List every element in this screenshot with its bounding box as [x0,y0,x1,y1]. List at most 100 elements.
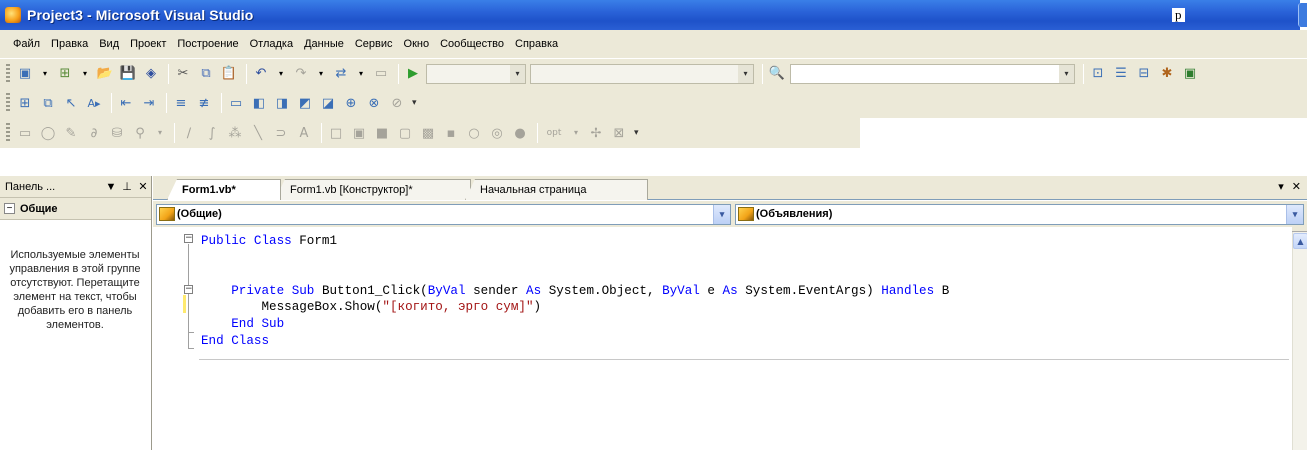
collapse-icon[interactable]: − [4,203,15,214]
tab-start-page[interactable]: Начальная страница [465,179,648,200]
pointer-icon[interactable]: ✢ [586,123,606,143]
chevron-down-icon[interactable]: ▾ [713,204,730,224]
diagonal-line-icon[interactable]: ╲ [248,123,268,143]
complete-word-icon[interactable]: A▸ [84,93,104,113]
uncomment-icon[interactable]: ≢ [194,93,214,113]
dropdown-arrow-icon[interactable]: ▾ [78,64,92,84]
solid-rounded-rect-icon[interactable]: ▪ [441,123,461,143]
pencil-icon[interactable]: ✎ [61,123,81,143]
prev-bookmark-folder-icon[interactable]: ◩ [295,93,315,113]
filled-rect-icon[interactable]: ▣ [349,123,369,143]
undo-icon[interactable]: ↶ [251,64,271,84]
navigate-icon[interactable]: ⇄ [331,64,351,84]
toolbar-grip[interactable] [6,93,10,113]
toggle-bookmark-icon[interactable]: ▭ [226,93,246,113]
freehand-icon[interactable]: ∫ [202,123,222,143]
close-icon[interactable]: ✕ [135,180,151,193]
chevron-down-icon[interactable]: ▾ [1286,204,1303,224]
ellipse-icon[interactable]: ◯ [38,123,58,143]
image-icon[interactable]: ⊠ [609,123,629,143]
pin-icon[interactable]: ⊥ [119,180,135,193]
dropdown-arrow-icon[interactable]: ▾ [153,123,167,143]
filled-ellipse-icon[interactable]: ◎ [487,123,507,143]
solid-ellipse-icon[interactable]: ● [510,123,530,143]
increase-indent-icon[interactable]: ⇥ [139,93,159,113]
close-document-icon[interactable]: ✕ [1292,180,1301,193]
clear-bookmarks-icon[interactable]: ⊗ [364,93,384,113]
next-bookmark-icon[interactable]: ◨ [272,93,292,113]
open-folder-icon[interactable]: 📂 [95,64,115,84]
dropdown-arrow-icon[interactable]: ▾ [569,123,583,143]
properties-icon[interactable]: ☰ [1111,64,1131,84]
menu-item[interactable]: Проект [125,38,172,50]
new-project-icon[interactable]: ▣ [15,64,35,84]
splitter-handle[interactable] [1292,227,1307,232]
vertical-scrollbar[interactable]: ▲ [1292,227,1307,450]
class-name-combo[interactable]: (Общие) ▾ [156,203,731,225]
airbrush-icon[interactable]: ⁂ [225,123,245,143]
bookmark-doc-icon[interactable]: ⊕ [341,93,361,113]
arc-icon[interactable]: ⊃ [271,123,291,143]
toolbar-overflow-icon[interactable]: ▾ [412,98,417,108]
method-name-combo[interactable]: (Объявления) ▾ [735,203,1304,225]
tab-form1-code[interactable]: Form1.vb* [167,179,281,200]
cut-icon[interactable]: ✂ [173,64,193,84]
text-icon[interactable]: A [294,123,314,143]
rectangle-icon[interactable]: ▭ [15,123,35,143]
menu-item[interactable]: Правка [46,38,94,50]
code-text-area[interactable]: − − Public Class Form1 Private Sub Butto… [153,227,1292,450]
menu-item[interactable]: Вид [94,38,125,50]
start-page-icon[interactable]: ▣ [1180,64,1200,84]
dropdown-arrow-icon[interactable]: ▾ [354,64,368,84]
comment-icon[interactable]: ≡ [171,93,191,113]
dropdown-arrow-icon[interactable]: ▾ [274,64,288,84]
line-icon[interactable]: ∕ [179,123,199,143]
object-browser-icon[interactable]: ⊟ [1134,64,1154,84]
add-item-icon[interactable]: ⊞ [55,64,75,84]
start-debugging-icon[interactable]: ▶ [403,64,423,84]
next-bookmark-folder-icon[interactable]: ◪ [318,93,338,113]
redo-icon[interactable]: ↷ [291,64,311,84]
copy-icon[interactable]: ⧉ [196,64,216,84]
find-in-files-icon[interactable]: 🔍 [767,64,787,84]
find-combo[interactable]: ▾ [790,63,1075,84]
quick-info-icon[interactable]: ↖ [61,93,81,113]
menu-item[interactable]: Справка [510,38,564,50]
toolbar-overflow-icon[interactable]: ▾ [634,128,639,138]
save-icon[interactable]: 💾 [118,64,138,84]
minimize-button[interactable] [1298,3,1307,27]
window-icon[interactable]: ▭ [371,64,391,84]
menu-item[interactable]: Отладка [245,38,299,50]
solid-rect-icon[interactable]: ■ [372,123,392,143]
platform-combo[interactable]: ▾ [530,63,754,84]
paste-icon[interactable]: 📋 [219,64,239,84]
object-members-icon[interactable]: ⊞ [15,93,35,113]
outline-rect-icon[interactable]: □ [326,123,346,143]
menu-item[interactable]: Данные [299,38,350,50]
save-all-icon[interactable]: ◈ [141,64,161,84]
window-list-icon[interactable]: ▾ [1278,180,1284,193]
menu-item[interactable]: Окно [399,38,436,50]
toolbox-icon[interactable]: ✱ [1157,64,1177,84]
config-combo[interactable]: ▾ [426,63,526,84]
filled-rounded-rect-icon[interactable]: ▩ [418,123,438,143]
zoom-icon[interactable]: ⚲ [130,123,150,143]
options-icon[interactable]: opt [542,123,566,143]
decrease-indent-icon[interactable]: ⇤ [116,93,136,113]
parameter-info-icon[interactable]: ⧉ [38,93,58,113]
chevron-down-icon[interactable]: ▼ [103,181,119,193]
menu-item[interactable]: Сообщество [435,38,510,50]
toolbar-grip[interactable] [6,123,10,143]
rounded-rect-icon[interactable]: ▢ [395,123,415,143]
menu-item[interactable]: Построение [172,38,244,50]
bookmark-window-icon[interactable]: ⊘ [387,93,407,113]
dropdown-arrow-icon[interactable]: ▾ [314,64,328,84]
outline-ellipse-icon[interactable]: ○ [464,123,484,143]
toolbar-grip[interactable] [6,63,10,84]
menu-item[interactable]: Сервис [350,38,399,50]
curve-icon[interactable]: ∂ [84,123,104,143]
tab-form1-designer[interactable]: Form1.vb [Конструктор]* [275,179,471,200]
collapse-class-icon[interactable]: − [184,234,193,243]
menu-item[interactable]: Файл [8,38,46,50]
dropdown-arrow-icon[interactable]: ▾ [38,64,52,84]
